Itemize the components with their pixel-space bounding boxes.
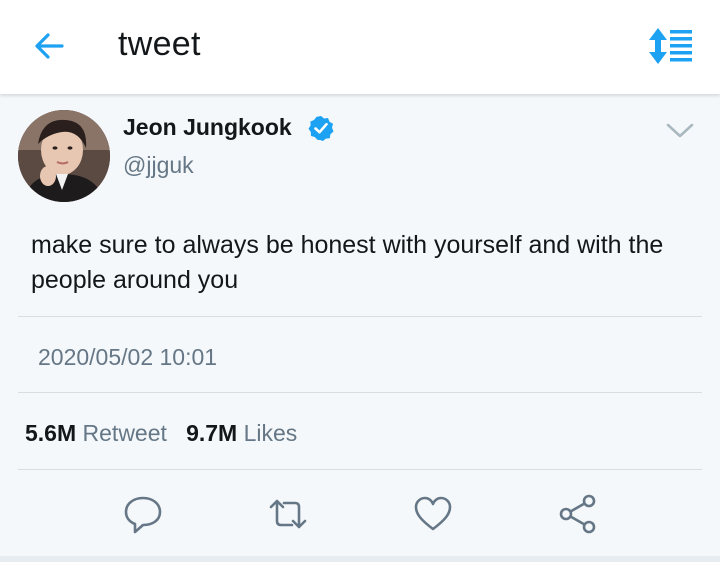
like-count: 9.7M [186, 420, 238, 446]
avatar-image [18, 110, 110, 202]
retweet-label: Retweet [82, 420, 167, 446]
page-title: tweet [118, 25, 201, 63]
share-button[interactable] [556, 492, 600, 536]
heart-icon [414, 496, 452, 531]
tweet-detail: Jeon Jungkook @jjguk make sure to always… [0, 94, 720, 556]
engagement-stats: 5.6M Retweet 9.7M Likes [25, 420, 297, 447]
chevron-down-icon [666, 123, 694, 138]
like-stat[interactable]: 9.7M Likes [186, 420, 297, 446]
more-options-button[interactable] [664, 120, 696, 142]
arrow-left-icon [35, 33, 64, 59]
verified-badge-icon [308, 115, 334, 141]
divider [18, 316, 702, 317]
back-button[interactable] [30, 28, 70, 64]
divider [18, 469, 702, 470]
author-name[interactable]: Jeon Jungkook [123, 114, 292, 141]
share-icon [559, 494, 596, 534]
speech-bubble-icon [124, 496, 162, 534]
retweet-stat[interactable]: 5.6M Retweet [25, 420, 167, 446]
top-app-bar: tweet [0, 0, 720, 94]
sort-list-icon [649, 28, 692, 64]
tweet-text: make sure to always be honest with yours… [31, 231, 664, 294]
sort-button[interactable] [646, 26, 694, 66]
bottom-border [0, 556, 720, 562]
author-handle[interactable]: @jjguk [123, 152, 194, 179]
divider [18, 392, 702, 393]
retweet-count: 5.6M [25, 420, 77, 446]
avatar[interactable] [18, 110, 110, 202]
retweet-button[interactable] [266, 492, 310, 536]
like-label: Likes [243, 420, 298, 446]
retweet-icon [269, 499, 307, 529]
reply-button[interactable] [121, 492, 165, 536]
like-button[interactable] [411, 492, 455, 536]
tweet-timestamp: 2020/05/02 10:01 [38, 344, 218, 370]
author-row: Jeon Jungkook [123, 114, 334, 141]
